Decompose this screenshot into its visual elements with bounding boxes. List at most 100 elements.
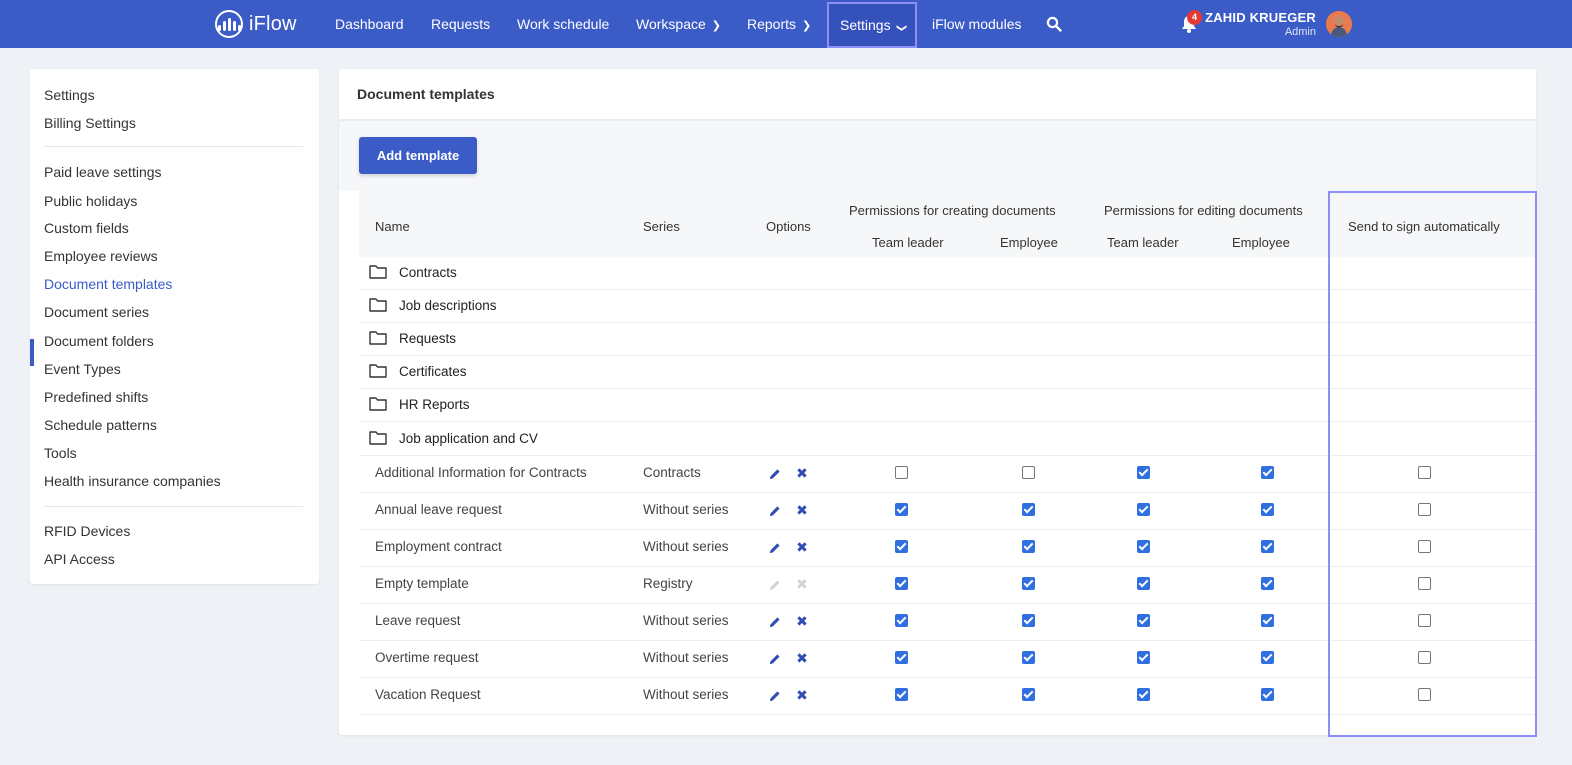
app-logo[interactable]: iFlow [215,9,297,39]
chevron-down-icon: ❯ [895,23,907,33]
send-to-sign-checkbox[interactable] [1418,614,1431,627]
nav-work-schedule[interactable]: Work schedule [517,0,609,48]
sidebar-item-employee-reviews[interactable]: Employee reviews [44,248,158,264]
sidebar-item-public-holidays[interactable]: Public holidays [44,193,137,209]
sidebar-item-document-templates[interactable]: Document templates [44,276,172,292]
edit-employee-checkbox[interactable] [1261,577,1274,590]
nav-settings[interactable]: Settings ❯ [827,2,917,48]
delete-x-icon[interactable]: ✖ [796,614,808,628]
create-employee-checkbox[interactable] [1022,466,1035,479]
sidebar-item-schedule-patterns[interactable]: Schedule patterns [44,417,157,433]
header-name[interactable]: Name [375,219,410,234]
create-team-leader-checkbox[interactable] [895,503,908,516]
edit-team-leader-checkbox[interactable] [1137,466,1150,479]
nav-dashboard[interactable]: Dashboard [335,0,404,48]
folder-row[interactable]: Requests [359,322,1319,355]
edit-employee-checkbox[interactable] [1261,614,1274,627]
nav-iflow-modules[interactable]: iFlow modules [932,0,1021,48]
delete-x-icon[interactable]: ✖ [796,540,808,554]
page-title: Document templates [357,86,495,102]
folder-row[interactable]: Certificates [359,355,1319,388]
folder-row[interactable]: Job application and CV [359,422,1319,455]
edit-pencil-icon[interactable] [769,467,781,479]
send-to-sign-checkbox[interactable] [1418,651,1431,664]
header-create-employee: Employee [1000,235,1058,250]
header-series[interactable]: Series [643,219,680,234]
create-team-leader-checkbox[interactable] [895,614,908,627]
delete-x-icon[interactable]: ✖ [796,688,808,702]
edit-team-leader-checkbox[interactable] [1137,540,1150,553]
create-employee-checkbox[interactable] [1022,651,1035,664]
create-employee-checkbox[interactable] [1022,540,1035,553]
folder-row[interactable]: Contracts [359,256,1319,289]
edit-team-leader-checkbox[interactable] [1137,577,1150,590]
edit-pencil-icon [769,578,781,590]
sidebar-item-rfid-devices[interactable]: RFID Devices [44,523,130,539]
folder-row[interactable]: HR Reports [359,388,1319,421]
edit-employee-checkbox[interactable] [1261,651,1274,664]
edit-employee-checkbox[interactable] [1261,540,1274,553]
edit-team-leader-checkbox[interactable] [1137,688,1150,701]
sidebar-divider [44,506,303,507]
create-team-leader-checkbox[interactable] [895,466,908,479]
create-employee-checkbox[interactable] [1022,614,1035,627]
send-to-sign-checkbox[interactable] [1418,540,1431,553]
edit-pencil-icon[interactable] [769,652,781,664]
edit-team-leader-checkbox[interactable] [1137,503,1150,516]
nav-workspace[interactable]: Workspace ❯ [636,0,721,48]
create-employee-checkbox[interactable] [1022,577,1035,590]
folder-row[interactable]: Job descriptions [359,289,1319,322]
create-team-leader-checkbox[interactable] [895,651,908,664]
sidebar-item-custom-fields[interactable]: Custom fields [44,220,129,236]
template-series: Registry [643,576,693,591]
user-name[interactable]: ZAHID KRUEGER [1205,10,1316,25]
row-divider [359,455,1536,456]
add-template-button[interactable]: Add template [359,137,477,174]
send-to-sign-checkbox[interactable] [1418,577,1431,590]
nav-reports[interactable]: Reports ❯ [747,0,811,48]
folder-label: Job application and CV [399,431,538,446]
edit-team-leader-checkbox[interactable] [1137,614,1150,627]
create-team-leader-checkbox[interactable] [895,540,908,553]
nav-requests[interactable]: Requests [431,0,490,48]
settings-sidebar: Settings Billing Settings Paid leave set… [30,69,319,584]
delete-x-icon[interactable]: ✖ [796,651,808,665]
create-employee-checkbox[interactable] [1022,688,1035,701]
folder-icon [369,331,387,345]
sidebar-item-api-access[interactable]: API Access [44,551,115,567]
create-employee-checkbox[interactable] [1022,503,1035,516]
edit-team-leader-checkbox[interactable] [1137,651,1150,664]
template-series: Without series [643,613,729,628]
create-team-leader-checkbox[interactable] [895,577,908,590]
edit-pencil-icon[interactable] [769,689,781,701]
search-icon[interactable] [1046,16,1062,32]
row-divider [359,714,1536,715]
sidebar-item-predefined-shifts[interactable]: Predefined shifts [44,389,148,405]
send-to-sign-checkbox[interactable] [1418,503,1431,516]
edit-pencil-icon[interactable] [769,541,781,553]
table-header: Name Series Options Permissions for crea… [359,190,1536,257]
sidebar-item-document-series[interactable]: Document series [44,304,149,320]
template-series: Without series [643,502,729,517]
delete-x-icon[interactable]: ✖ [796,503,808,517]
document-templates-card: Document templates Add template Name Ser… [339,69,1536,735]
delete-x-icon[interactable]: ✖ [796,466,808,480]
sidebar-item-billing-settings[interactable]: Billing Settings [44,115,136,131]
avatar[interactable] [1326,11,1352,37]
sidebar-item-tools[interactable]: Tools [44,445,77,461]
sidebar-item-event-types[interactable]: Event Types [44,361,121,377]
edit-pencil-icon[interactable] [769,504,781,516]
edit-employee-checkbox[interactable] [1261,503,1274,516]
edit-employee-checkbox[interactable] [1261,466,1274,479]
row-divider [359,529,1536,530]
toolbar [339,121,1536,191]
edit-pencil-icon[interactable] [769,615,781,627]
sidebar-item-document-folders[interactable]: Document folders [44,333,154,349]
send-to-sign-checkbox[interactable] [1418,466,1431,479]
sidebar-item-health-insurance[interactable]: Health insurance companies [44,473,221,489]
sidebar-item-settings[interactable]: Settings [44,87,95,103]
sidebar-item-paid-leave-settings[interactable]: Paid leave settings [44,164,162,180]
edit-employee-checkbox[interactable] [1261,688,1274,701]
create-team-leader-checkbox[interactable] [895,688,908,701]
send-to-sign-checkbox[interactable] [1418,688,1431,701]
